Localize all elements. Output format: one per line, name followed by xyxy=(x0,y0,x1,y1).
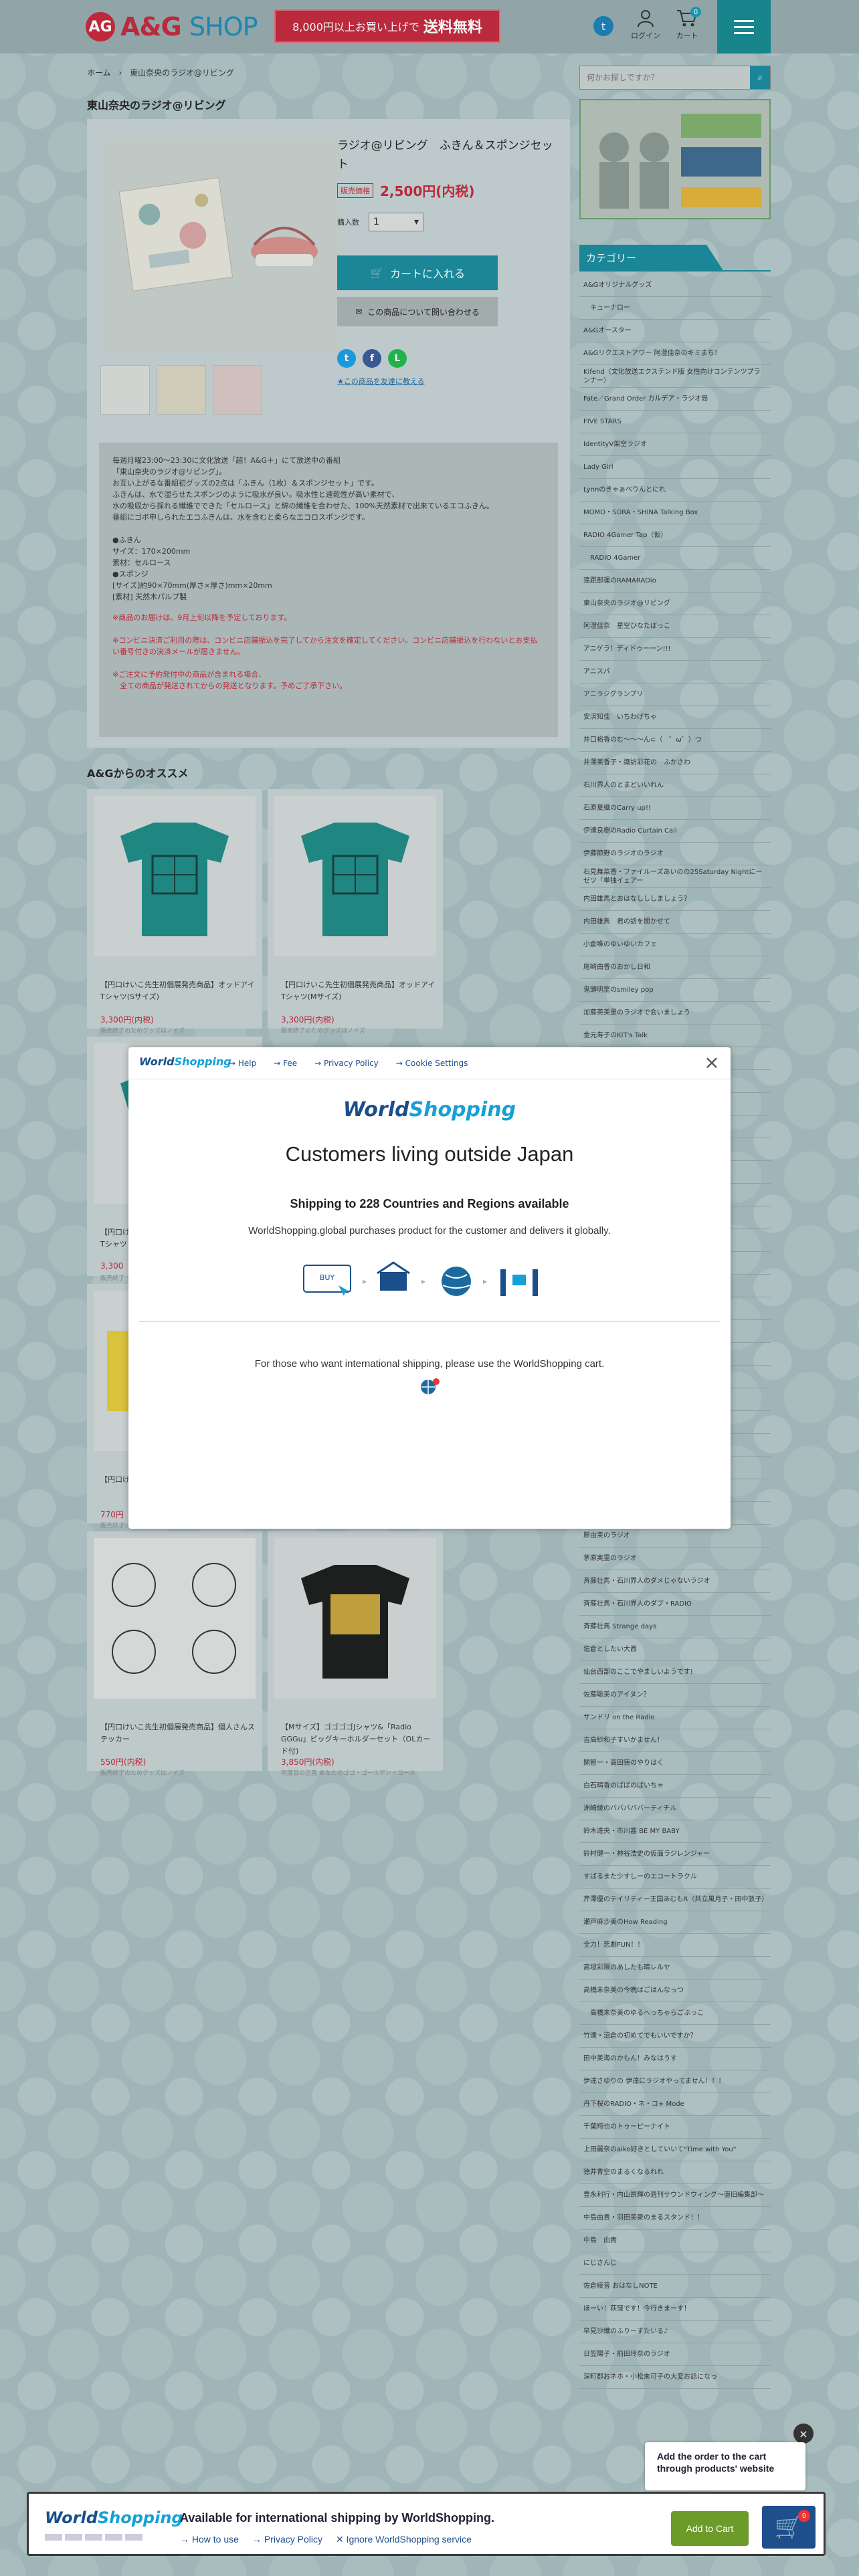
modal-nav-fee[interactable]: → Fee xyxy=(274,1059,297,1068)
worldshopping-logo: WorldShopping xyxy=(139,1055,231,1068)
payment-icons xyxy=(45,2534,142,2541)
worldshopping-bar-logo: WorldShopping xyxy=(45,2508,183,2527)
modal-nav-help[interactable]: → Help xyxy=(229,1059,256,1068)
modal-footer-text: For those who want international shippin… xyxy=(254,1358,605,1370)
worldshopping-bar: WorldShopping Available for internationa… xyxy=(27,2492,826,2556)
buy-step-label: BUY xyxy=(320,1273,335,1282)
modal-close-icon[interactable]: × xyxy=(702,1053,721,1073)
modal-nav: → Help → Fee → Privacy Policy → Cookie S… xyxy=(229,1059,468,1068)
modal-divider xyxy=(139,1321,720,1322)
ws-cart-button[interactable]: 🛒 0 xyxy=(762,2506,816,2549)
modal-nav-privacy[interactable]: → Privacy Policy xyxy=(314,1059,379,1068)
ws-cart-count-badge: 0 xyxy=(798,2510,810,2522)
arrow-icon: ▸ xyxy=(421,1277,425,1286)
privacy-policy-link[interactable]: → Privacy Policy xyxy=(252,2534,322,2545)
worldshopping-modal: WorldShopping → Help → Fee → Privacy Pol… xyxy=(128,1047,731,1529)
worldshopping-cart-icon[interactable] xyxy=(419,1378,440,1396)
worldshopping-bar-links: → How to use → Privacy Policy ✕ Ignore W… xyxy=(180,2534,472,2545)
ws-add-to-cart-button[interactable]: Add to Cart xyxy=(671,2511,749,2546)
modal-topbar: WorldShopping → Help → Fee → Privacy Pol… xyxy=(128,1047,731,1079)
worldshopping-bar-title: Available for international shipping by … xyxy=(180,2511,495,2525)
worldshopping-logo-large: WorldShopping xyxy=(343,1098,516,1121)
worldshopping-tooltip: Add the order to the cart through produc… xyxy=(645,2442,805,2490)
modal-body: WorldShopping.global purchases product f… xyxy=(248,1225,611,1237)
arrow-icon: ▸ xyxy=(483,1277,487,1286)
ignore-service-link[interactable]: ✕ Ignore WorldShopping service xyxy=(336,2534,472,2545)
modal-nav-cookie[interactable]: → Cookie Settings xyxy=(396,1059,468,1068)
shipping-steps-illustration: BUY ▸ ▸ ▸ xyxy=(303,1261,538,1296)
how-to-use-link[interactable]: → How to use xyxy=(180,2534,239,2545)
modal-title: Customers living outside Japan xyxy=(285,1142,574,1166)
delivery-icon xyxy=(500,1269,506,1296)
arrow-icon: ▸ xyxy=(363,1277,367,1286)
globe-icon xyxy=(442,1267,471,1296)
tooltip-close-icon[interactable]: × xyxy=(793,2424,814,2444)
warehouse-icon xyxy=(380,1272,407,1291)
modal-subtitle: Shipping to 228 Countries and Regions av… xyxy=(290,1197,569,1210)
